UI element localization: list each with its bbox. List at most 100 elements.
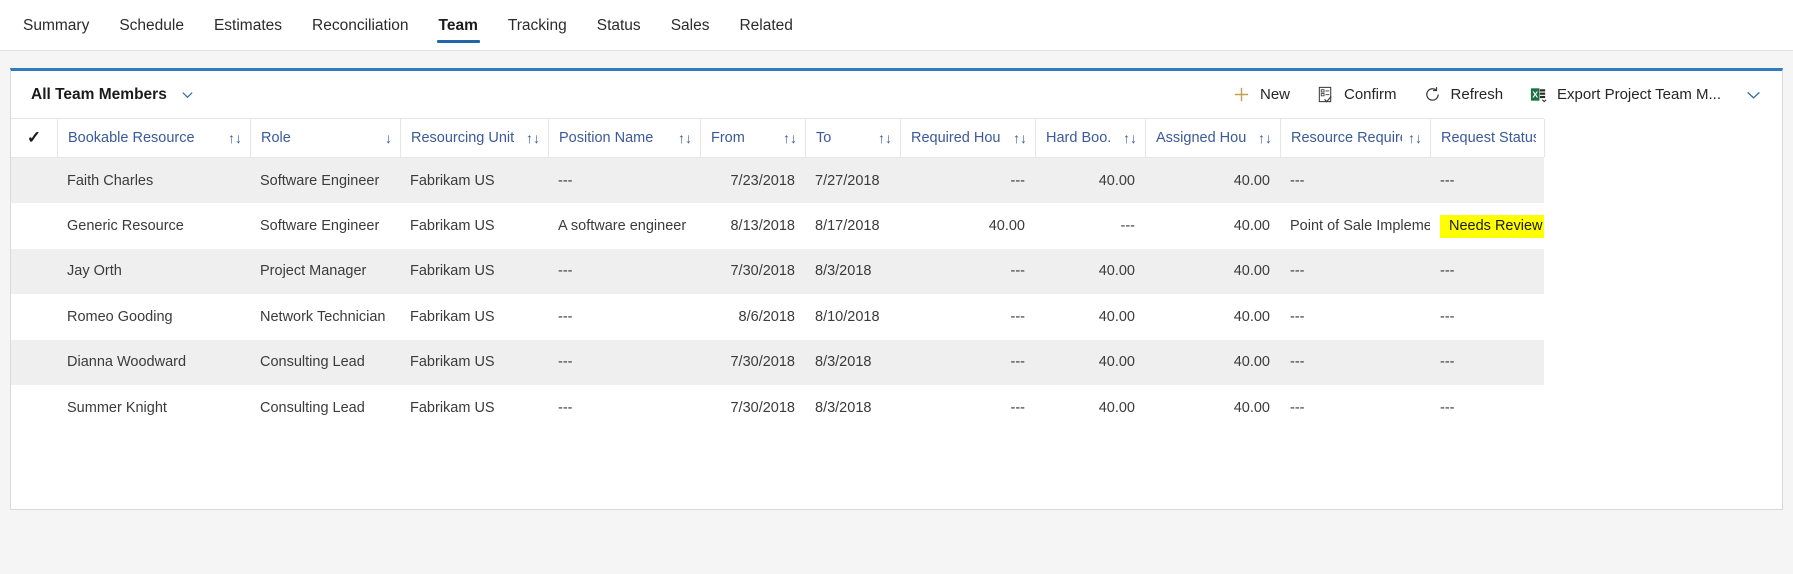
column-header-request-status[interactable]: Request Status (... xyxy=(1430,118,1544,158)
cell-role[interactable]: Software Engineer xyxy=(250,203,400,249)
table-row[interactable]: Dianna Woodward Consulting Lead Fabrikam U… xyxy=(11,339,1544,385)
select-all-header[interactable]: ✓ xyxy=(11,118,57,158)
cell-bookable-resource[interactable]: Jay Orth xyxy=(57,248,250,294)
cell-required-hours: --- xyxy=(1010,308,1026,325)
column-header-to[interactable]: To ↑↓ xyxy=(805,118,900,158)
table-row[interactable]: Romeo Gooding Network Technician Fabrikam … xyxy=(11,294,1544,340)
cell-resourcing-unit[interactable]: Fabrikam US xyxy=(400,339,548,385)
cell-from: 7/30/2018 xyxy=(700,339,805,385)
table-row[interactable]: Generic Resource Software Engineer Fabrika… xyxy=(11,203,1544,249)
row-select-checkbox[interactable] xyxy=(11,339,57,385)
view-selector[interactable]: All Team Members xyxy=(29,82,197,108)
cell-resourcing-unit[interactable]: Fabrikam US xyxy=(400,157,548,203)
column-header-resource-require[interactable]: Resource Require...↑↓ xyxy=(1280,118,1430,158)
team-grid-panel: All Team Members New Confirm Refresh X E… xyxy=(10,68,1783,510)
sort-unsorted-icon[interactable]: ↑↓ xyxy=(672,131,692,145)
column-header-bookable-resource[interactable]: Bookable Resource ↑↓ xyxy=(57,118,250,158)
column-header-position-name[interactable]: Position Name ↑↓ xyxy=(548,118,700,158)
form-tab-strip: Summary Schedule Estimates Reconciliation Te… xyxy=(0,0,1793,51)
svg-text:X: X xyxy=(1532,89,1538,99)
row-select-checkbox[interactable] xyxy=(11,248,57,294)
table-row[interactable]: Summer Knight Consulting Lead Fabrikam US -… xyxy=(11,385,1544,431)
cell-to: 8/3/2018 xyxy=(815,399,872,416)
sort-unsorted-icon[interactable]: ↑↓ xyxy=(777,131,797,145)
cell-role[interactable]: Project Manager xyxy=(250,248,400,294)
cell-position-name[interactable]: A software engineer xyxy=(548,203,700,249)
sort-unsorted-icon[interactable]: ↑↓ xyxy=(872,131,892,145)
new-button-label: New xyxy=(1259,86,1290,103)
cell-bookable-resource[interactable]: Romeo Gooding xyxy=(57,294,250,340)
column-header-from[interactable]: From ↑↓ xyxy=(700,118,805,158)
cell-assigned-hours: 40.00 xyxy=(1145,339,1280,385)
refresh-button-label: Refresh xyxy=(1450,86,1504,103)
cell-bookable-resource[interactable]: Generic Resource xyxy=(57,203,250,249)
sort-unsorted-icon[interactable]: ↑↓ xyxy=(1007,131,1027,145)
column-header-required-hours[interactable]: Required Hours ↑↓ xyxy=(900,118,1035,158)
sort-unsorted-icon[interactable]: ↑↓ xyxy=(1252,131,1272,145)
table-row[interactable]: Faith Charles Software Engineer Fabrikam U… xyxy=(11,157,1544,203)
refresh-icon xyxy=(1423,85,1442,104)
tab-label: Sales xyxy=(670,16,710,34)
tab-label: Summary xyxy=(23,16,90,34)
cell-role[interactable]: Consulting Lead xyxy=(250,385,400,431)
cell-request-status: --- xyxy=(1440,399,1455,416)
cell-bookable-resource[interactable]: Faith Charles xyxy=(57,157,250,203)
row-select-checkbox[interactable] xyxy=(11,157,57,203)
tab-related[interactable]: Related xyxy=(724,0,807,51)
table-row[interactable]: Jay Orth Project Manager Fabrikam US --- 7/3… xyxy=(11,248,1544,294)
cell-role[interactable]: Network Technician xyxy=(250,294,400,340)
cell-assigned-hours: 40.00 xyxy=(1233,399,1270,416)
cell-to: 8/3/2018 xyxy=(805,339,900,385)
cell-resourcing-unit[interactable]: Fabrikam US xyxy=(400,385,548,431)
export-project-team-button[interactable]: X Export Project Team M... xyxy=(1516,76,1734,114)
sort-unsorted-icon[interactable]: ↑↓ xyxy=(222,131,242,145)
confirm-button-label: Confirm xyxy=(1344,86,1397,103)
column-header-assigned-hours[interactable]: Assigned Hours ↑↓ xyxy=(1145,118,1280,158)
cell-resourcing-unit[interactable]: Fabrikam US xyxy=(400,248,548,294)
confirm-button[interactable]: Confirm xyxy=(1303,76,1410,114)
request-status-highlight-badge: Needs Review xyxy=(1440,214,1544,238)
row-select-checkbox[interactable] xyxy=(11,203,57,249)
cell-request-status: --- xyxy=(1440,308,1455,325)
plus-icon xyxy=(1232,85,1251,104)
cell-resourcing-unit[interactable]: Fabrikam US xyxy=(400,203,548,249)
cell-bookable-resource[interactable]: Summer Knight xyxy=(57,385,250,431)
sort-unsorted-icon[interactable]: ↑↓ xyxy=(1402,131,1422,145)
refresh-button[interactable]: Refresh xyxy=(1410,76,1517,114)
tab-schedule[interactable]: Schedule xyxy=(104,0,199,51)
tab-label: Team xyxy=(438,16,478,34)
tab-label: Related xyxy=(739,16,793,34)
sort-unsorted-icon[interactable]: ↑↓ xyxy=(520,131,540,145)
team-members-grid: ✓ Bookable Resource ↑↓ Role ↓ Resourcing Unit… xyxy=(11,118,1782,431)
tab-sales[interactable]: Sales xyxy=(656,0,725,51)
tab-estimates[interactable]: Estimates xyxy=(199,0,297,51)
cell-role[interactable]: Software Engineer xyxy=(250,157,400,203)
cell-resourcing-unit[interactable]: Fabrikam US xyxy=(400,294,548,340)
cell-bookable-resource[interactable]: Dianna Woodward xyxy=(57,339,250,385)
row-select-checkbox[interactable] xyxy=(11,385,57,431)
chevron-down-icon xyxy=(180,87,195,102)
cell-resource-requirement: --- xyxy=(1280,248,1430,294)
cell-from: 8/13/2018 xyxy=(730,217,795,234)
column-header-label: Resource Require... xyxy=(1291,130,1402,146)
cell-required-hours: --- xyxy=(900,339,1035,385)
row-select-checkbox[interactable] xyxy=(11,294,57,340)
cell-from: 7/30/2018 xyxy=(700,248,805,294)
tab-reconciliation[interactable]: Reconciliation xyxy=(297,0,424,51)
tab-summary[interactable]: Summary xyxy=(8,0,104,51)
sort-unsorted-icon[interactable]: ↑↓ xyxy=(1117,131,1137,145)
command-bar-overflow-button[interactable] xyxy=(1734,76,1772,114)
tab-team[interactable]: Team xyxy=(424,0,493,51)
view-selector-label: All Team Members xyxy=(31,85,167,103)
cell-position-name: --- xyxy=(558,308,573,325)
cell-request-status: --- xyxy=(1430,157,1544,203)
tab-status[interactable]: Status xyxy=(582,0,656,51)
cell-resource-requirement[interactable]: Point of Sale Impleme... xyxy=(1280,203,1430,249)
new-button[interactable]: New xyxy=(1219,76,1303,114)
cell-role[interactable]: Consulting Lead xyxy=(250,339,400,385)
sort-desc-icon[interactable]: ↓ xyxy=(379,131,392,145)
column-header-hard-boo[interactable]: Hard Boo... ↑↓ xyxy=(1035,118,1145,158)
column-header-role[interactable]: Role ↓ xyxy=(250,118,400,158)
column-header-resourcing-unit[interactable]: Resourcing Unit ↑↓ xyxy=(400,118,548,158)
tab-tracking[interactable]: Tracking xyxy=(493,0,582,51)
